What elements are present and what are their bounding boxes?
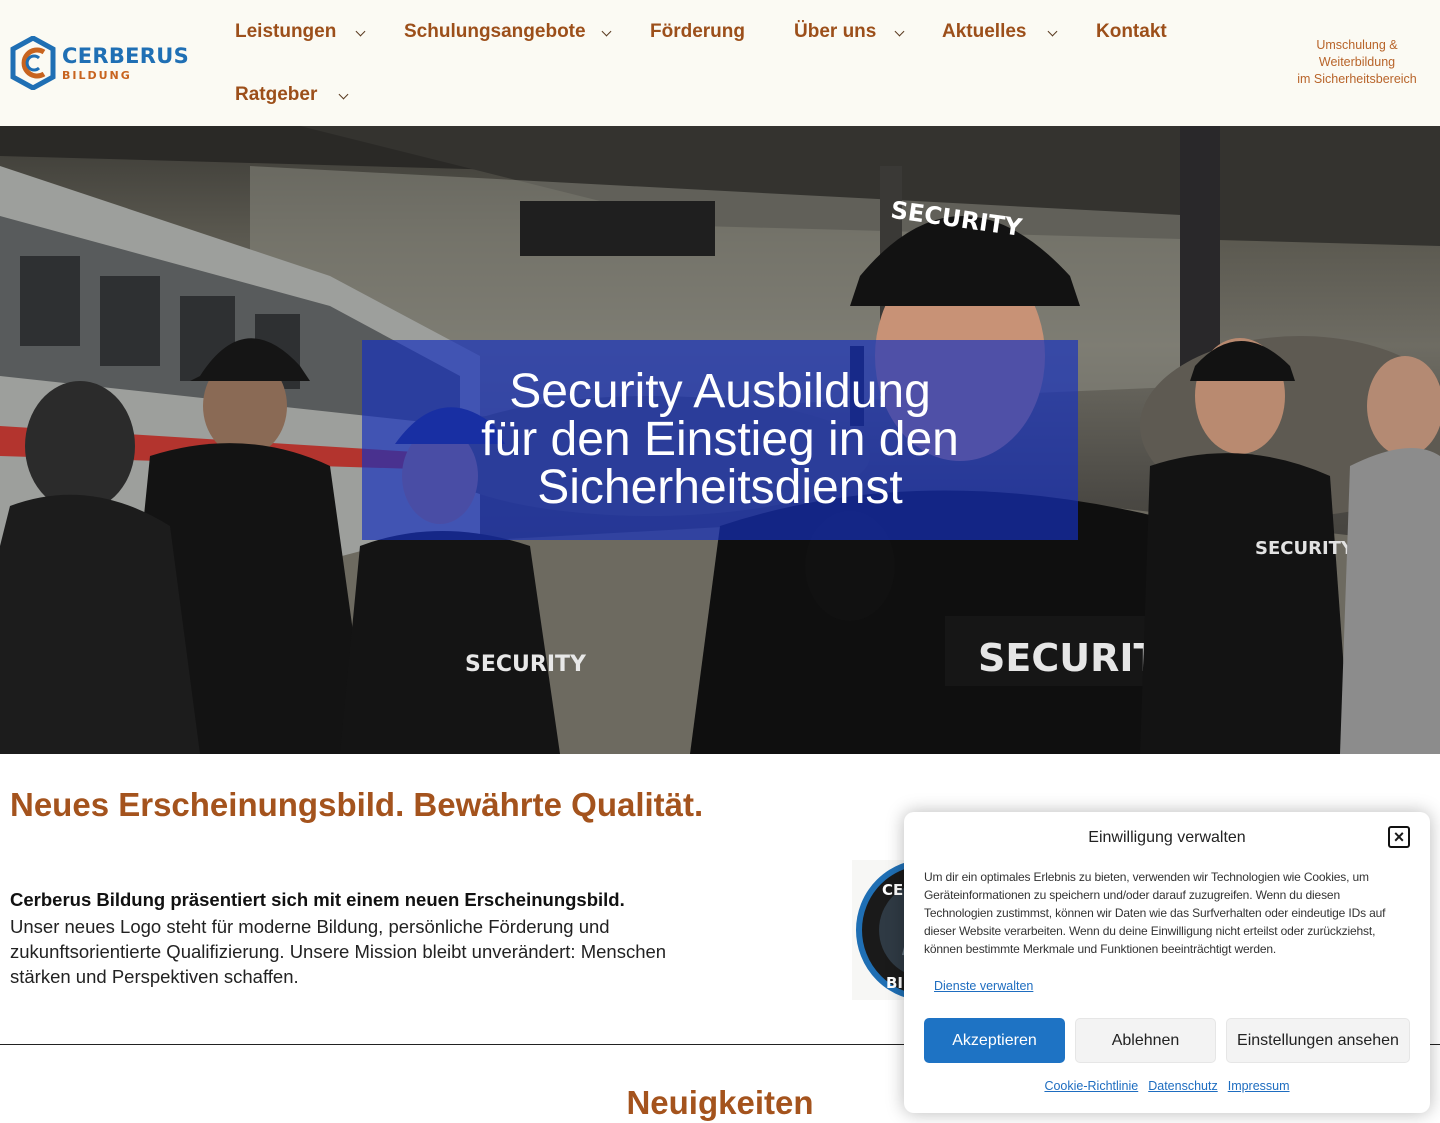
nav-item-schulungsangebote[interactable]: Schulungsangebote <box>404 17 586 47</box>
svg-text:BI: BI <box>886 974 903 992</box>
privacy-link[interactable]: Datenschutz <box>1148 1079 1217 1093</box>
manage-services-link[interactable]: Dienste verwalten <box>934 979 1033 993</box>
nav-label: Aktuelles <box>942 21 1027 42</box>
logo-subtitle: BILDUNG <box>62 68 132 82</box>
tagline-line: Umschulung & <box>1316 38 1398 52</box>
cookie-title: Einwilligung verwalten <box>1088 829 1246 846</box>
cookie-policy-link[interactable]: Cookie-Richtlinie <box>1044 1079 1138 1093</box>
nav-item-foerderung[interactable]: Förderung <box>650 17 745 47</box>
nav-item-ratgeber[interactable]: Ratgeber <box>235 80 317 110</box>
hero-banner: SECURITY SECURITY SECURITY SECURITY Secu… <box>0 126 1440 754</box>
hero-title-line: für den Einstieg in den <box>481 413 959 466</box>
accept-button[interactable]: Akzeptieren <box>924 1018 1065 1063</box>
chevron-down-icon[interactable] <box>598 25 614 41</box>
close-icon[interactable]: × <box>1388 826 1410 848</box>
site-logo[interactable]: CERBERUS BILDUNG <box>10 36 200 90</box>
header-tagline: Umschulung & Weiterbildung im Sicherheit… <box>1290 37 1424 88</box>
hero-title-line: Security Ausbildung <box>509 365 931 418</box>
chevron-down-icon[interactable] <box>1044 25 1060 41</box>
nav-label: Förderung <box>650 21 745 42</box>
chevron-down-icon[interactable] <box>335 88 351 104</box>
section-body: Unser neues Logo steht für moderne Bildu… <box>10 916 667 987</box>
nav-label: Ratgeber <box>235 84 318 105</box>
nav-label: Schulungsangebote <box>404 21 586 42</box>
imprint-link[interactable]: Impressum <box>1228 1079 1290 1093</box>
vest-text: SECURITY <box>465 652 587 677</box>
svg-text:CE: CE <box>882 881 903 899</box>
cookie-text: Um dir ein optimales Erlebnis zu bieten,… <box>924 870 1386 956</box>
nav-label: Über uns <box>794 21 877 42</box>
section-lead: Cerberus Bildung präsentiert sich mit ei… <box>10 889 625 910</box>
chevron-down-icon[interactable] <box>352 25 368 41</box>
cookie-consent-dialog: Einwilligung verwalten × Um dir ein opti… <box>904 812 1430 1113</box>
nav-item-ueber-uns[interactable]: Über uns <box>794 17 876 47</box>
cookie-footer-links: Cookie-Richtlinie Datenschutz Impressum <box>904 1079 1430 1093</box>
tagline-line: im Sicherheitsbereich <box>1297 72 1417 86</box>
chevron-down-icon[interactable] <box>891 25 907 41</box>
site-header: CERBERUS BILDUNG Leistungen Schulungsang… <box>0 0 1440 126</box>
hero-title-box: Security Ausbildung für den Einstieg in … <box>362 340 1078 540</box>
cerberus-logo-icon <box>10 36 56 90</box>
logo-title: CERBERUS <box>62 43 190 68</box>
nav-item-kontakt[interactable]: Kontakt <box>1096 17 1167 47</box>
tagline-line: Weiterbildung <box>1318 55 1396 69</box>
hero-title-line: Sicherheitsdienst <box>537 461 903 514</box>
vest-text: SECURITY <box>1255 538 1355 559</box>
nav-item-aktuelles[interactable]: Aktuelles <box>942 17 1026 47</box>
view-settings-button[interactable]: Einstellungen ansehen <box>1226 1018 1410 1063</box>
hero-title: Security Ausbildung für den Einstieg in … <box>400 368 1040 512</box>
nav-label: Leistungen <box>235 21 337 42</box>
nav-item-leistungen[interactable]: Leistungen <box>235 17 336 47</box>
nav-label: Kontakt <box>1096 21 1167 42</box>
section-title: Neues Erscheinungsbild. Bewährte Qualitä… <box>10 786 704 823</box>
deny-button[interactable]: Ablehnen <box>1075 1018 1216 1063</box>
